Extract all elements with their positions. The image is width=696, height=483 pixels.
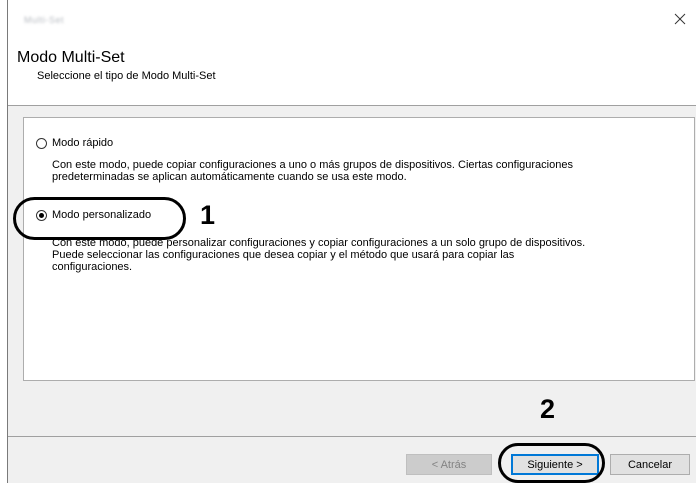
- quick-mode-radio[interactable]: [36, 137, 47, 149]
- callout-oval-custom-mode: [13, 197, 186, 240]
- back-button[interactable]: < Atrás: [406, 454, 492, 475]
- close-icon: [674, 13, 686, 25]
- custom-mode-description-line: Puede seleccionar las configuraciones qu…: [52, 249, 515, 261]
- page-subtitle: Seleccione el tipo de Modo Multi-Set: [37, 70, 216, 82]
- quick-mode-label[interactable]: Modo rápido: [52, 137, 113, 149]
- option-quick-mode[interactable]: Modo rápido: [36, 137, 113, 149]
- title-bar: Multi-Set: [8, 0, 696, 39]
- custom-mode-description: Con este modo, puede personalizar config…: [52, 237, 585, 273]
- multi-set-dialog: Multi-Set Modo Multi-Set Seleccione el t…: [7, 0, 696, 483]
- mode-options-panel: Modo rápido Con este modo, puede copiar …: [23, 117, 695, 381]
- footer-divider: [8, 436, 696, 437]
- close-button[interactable]: [665, 2, 695, 36]
- quick-mode-description: Con este modo, puede copiar configuracio…: [52, 159, 573, 183]
- callout-number-1: 1: [200, 200, 216, 230]
- callout-oval-next-button: [498, 443, 605, 483]
- cancel-button[interactable]: Cancelar: [610, 454, 690, 475]
- quick-mode-description-line: Con este modo, puede copiar configuracio…: [52, 159, 573, 171]
- quick-mode-description-line: predeterminadas se aplican automáticamen…: [52, 171, 407, 183]
- wizard-header: Modo Multi-Set Seleccione el tipo de Mod…: [8, 38, 696, 106]
- page-title: Modo Multi-Set: [17, 49, 125, 66]
- callout-number-2: 2: [540, 394, 556, 424]
- custom-mode-description-line: configuraciones.: [52, 261, 133, 273]
- window-title: Multi-Set: [24, 15, 65, 25]
